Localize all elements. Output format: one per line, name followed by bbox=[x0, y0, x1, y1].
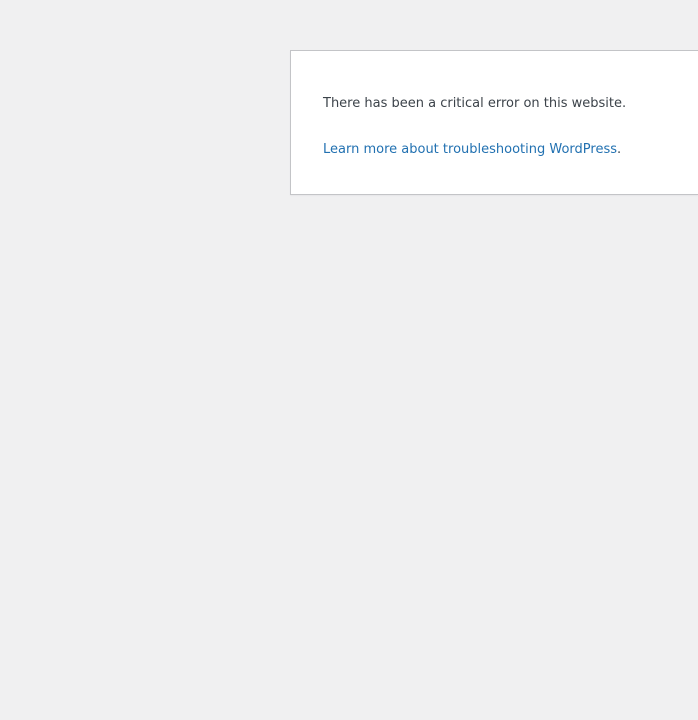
link-suffix: . bbox=[617, 142, 622, 157]
help-line: Learn more about troubleshooting WordPre… bbox=[323, 141, 621, 158]
error-message: There has been a critical error on this … bbox=[323, 96, 627, 111]
troubleshooting-link[interactable]: Learn more about troubleshooting WordPre… bbox=[323, 142, 617, 157]
error-panel: There has been a critical error on this … bbox=[290, 50, 698, 195]
